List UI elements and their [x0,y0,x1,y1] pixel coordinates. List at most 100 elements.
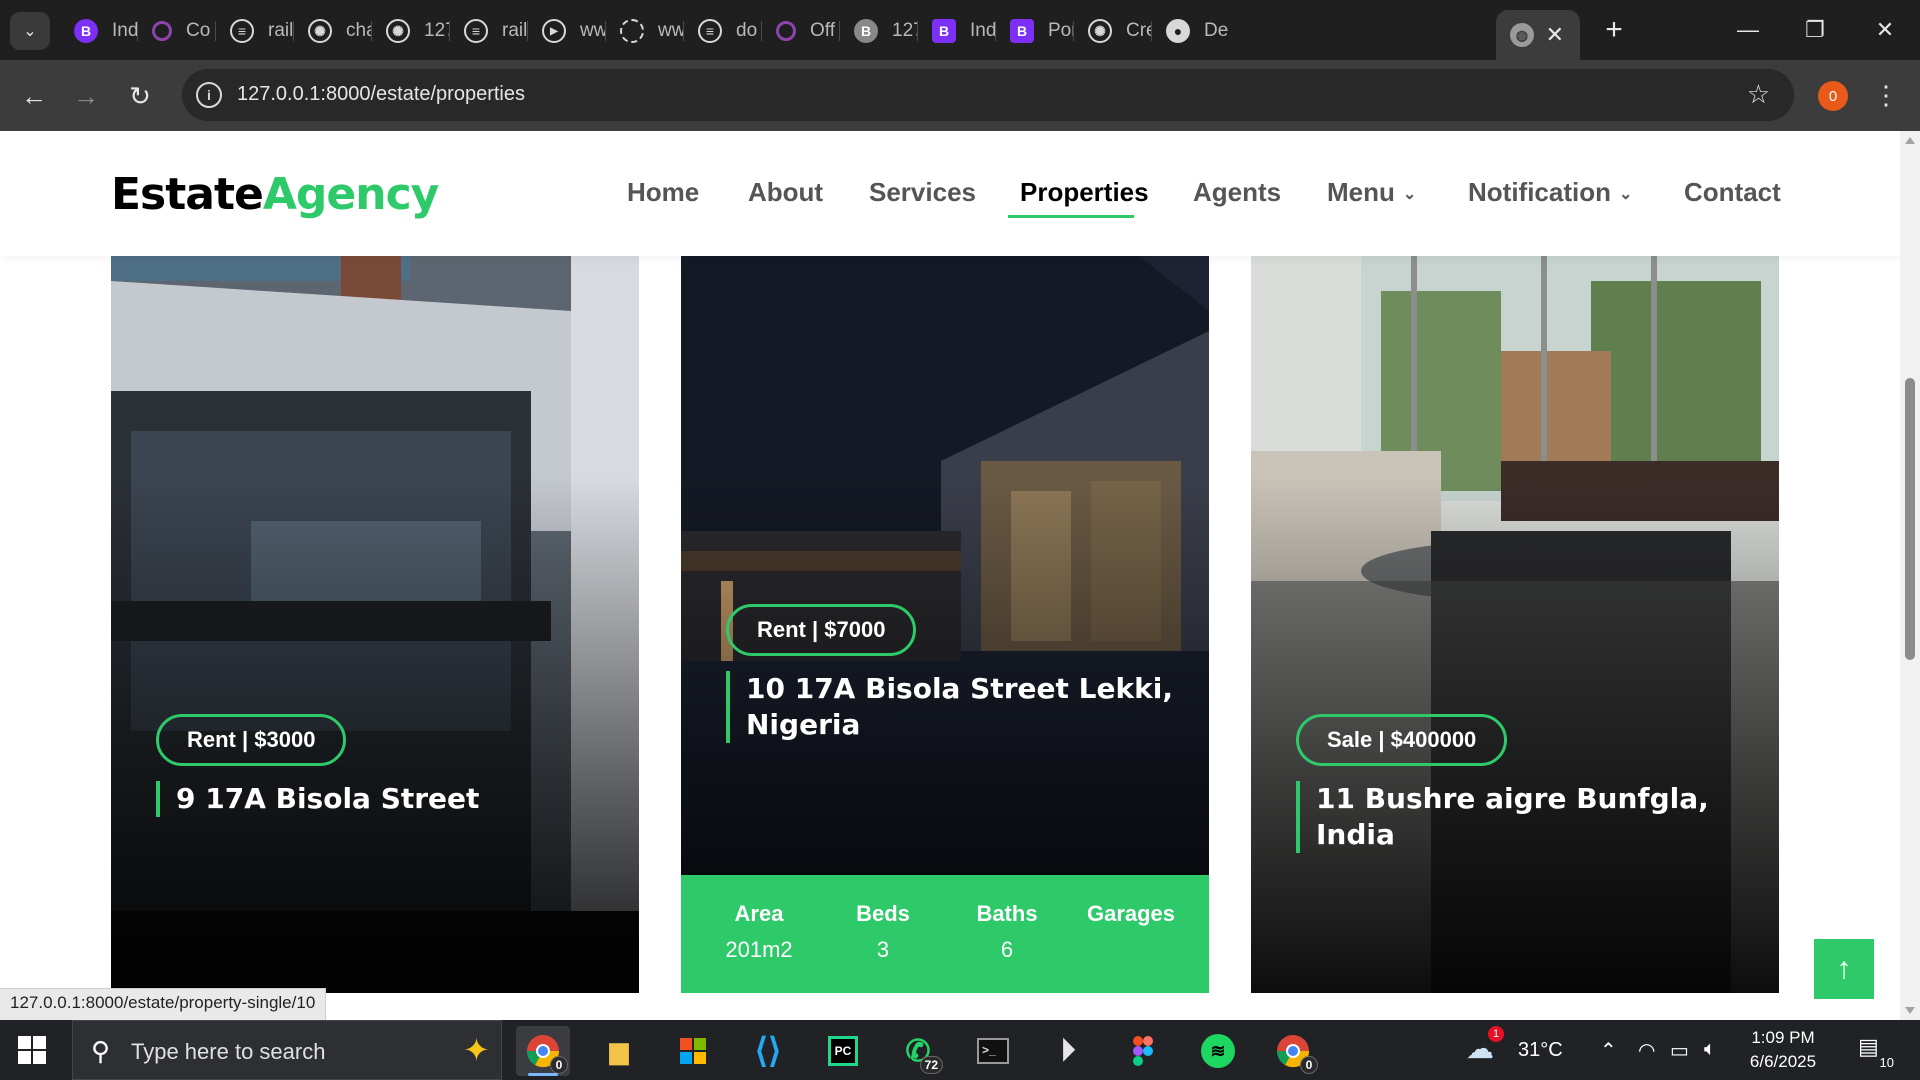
site-header: EstateAgency Home About Services Propert… [0,131,1900,256]
card-gradient-overlay [1251,131,1779,993]
address-bar[interactable]: i 127.0.0.1:8000/estate/properties ☆ [182,69,1794,121]
chevron-down-icon: ⌄ [1402,186,1417,204]
loading-icon [620,19,644,43]
site-logo[interactable]: EstateAgency [111,169,439,220]
nav-agents[interactable]: Agents [1193,177,1281,208]
forward-button[interactable]: → [64,74,108,118]
browser-tab[interactable]: B Ind [60,10,138,52]
search-icon: ⚲ [91,1036,111,1066]
site-info-icon[interactable]: i [196,82,222,108]
nav-home[interactable]: Home [627,177,699,208]
wifi-icon[interactable]: ◠ [1638,1038,1655,1063]
system-clock[interactable]: 1:09 PM 6/6/2025 [1740,1026,1826,1074]
tab-search-button[interactable]: ⌄ [10,12,50,50]
browser-tab[interactable]: ✺ 127 [372,10,450,52]
property-title[interactable]: 10 17A Bisola Street Lekki, Nigeria [726,671,1173,743]
browser-tab[interactable]: B Ind [918,10,996,52]
restore-button[interactable]: ❐ [1790,10,1840,50]
back-to-top-button[interactable]: ↑ [1814,939,1874,999]
profile-avatar[interactable]: 0 [1818,81,1848,111]
browser-tab[interactable]: ≡ do [684,10,762,52]
tab-title: De [1204,20,1229,41]
windows-start-button[interactable] [18,1036,48,1066]
circle-o-icon [152,21,172,41]
browser-menu-icon[interactable]: ⋮ [1873,78,1899,112]
page-scrollbar[interactable] [1900,131,1920,1020]
microsoft-store-taskbar-icon[interactable] [666,1026,720,1076]
property-title[interactable]: 11 Bushre aigre Bunfgla, India [1296,781,1779,853]
url-text[interactable]: 127.0.0.1:8000/estate/properties [237,83,525,106]
notification-badge: 0 [1300,1056,1318,1074]
price-badge[interactable]: Sale | $400000 [1296,714,1508,766]
property-card[interactable]: Rent | $7000 10 17A Bisola Street Lekki,… [681,131,1209,993]
chrome-profile-taskbar-icon[interactable]: 0 [1266,1026,1320,1076]
browser-tab[interactable]: Co [138,10,216,52]
browser-tab[interactable]: ● De [1152,10,1230,52]
chrome-taskbar-icon[interactable]: 0 [516,1026,570,1076]
taskbar-search-box[interactable]: ⚲ Type here to search ✦ [72,1020,502,1080]
browser-tab[interactable]: ✺ Cre [1074,10,1152,52]
nav-about[interactable]: About [748,177,823,208]
terminal-taskbar-icon[interactable]: >_ [966,1026,1020,1076]
nav-services[interactable]: Services [869,177,976,208]
browser-tab[interactable]: ≡ rail [450,10,528,52]
play-icon: ▶ [542,19,566,43]
railway-icon: ≡ [698,19,722,43]
browser-tab[interactable]: ≡ rail [216,10,294,52]
close-window-button[interactable]: ✕ [1860,10,1910,50]
browser-tab[interactable]: Off [762,10,840,52]
browser-tab[interactable]: ▶ ww [528,10,606,52]
bookmark-star-icon[interactable]: ☆ [1747,79,1770,110]
figma-taskbar-icon[interactable] [1116,1026,1170,1076]
tab-title: Por [1048,20,1074,41]
copilot-sparkle-icon[interactable]: ✦ [463,1031,490,1069]
stat-garages: Garages [1086,901,1176,926]
vscode-taskbar-icon[interactable]: ⟨⟩ [741,1026,795,1076]
close-icon[interactable]: ✕ [1546,22,1564,48]
chevron-up-icon[interactable]: ⌃ [1600,1038,1617,1063]
bootstrap-gray-icon: B [854,19,878,43]
spotify-taskbar-icon[interactable]: ≋ [1191,1026,1245,1076]
tab-title: Off [810,20,835,41]
openai-icon: ✺ [386,19,410,43]
browser-tab[interactable]: ✺ cha [294,10,372,52]
property-title[interactable]: 9 17A Bisola Street [156,781,479,817]
new-tab-button[interactable]: + [1596,12,1632,48]
chevron-down-icon: ⌄ [1619,186,1633,204]
volume-icon[interactable]: 🔈︎ [1704,1038,1716,1061]
github-icon: ● [1166,19,1190,43]
page-viewport: Rent | $3000 9 17A Bisola Street Rent | … [0,131,1900,1020]
tab-title: rail [268,20,294,41]
browser-tab[interactable]: B 127 [840,10,918,52]
circle-o-icon [776,21,796,41]
file-explorer-taskbar-icon[interactable]: ▆ [592,1026,646,1076]
scrollbar-thumb[interactable] [1905,378,1915,660]
nav-notification-dropdown[interactable]: Notification ⌄ [1468,177,1632,208]
minimize-button[interactable]: — [1723,10,1773,50]
price-badge[interactable]: Rent | $3000 [156,714,347,766]
browser-toolbar: ← → ↻ i 127.0.0.1:8000/estate/properties… [0,60,1920,131]
notification-badge: 72 [919,1056,943,1074]
browser-tab[interactable]: B Por [996,10,1074,52]
nav-properties[interactable]: Properties [1020,177,1149,208]
browser-tab-active[interactable]: ◍ ✕ [1496,10,1580,60]
nav-contact[interactable]: Contact [1684,177,1781,208]
nav-menu-dropdown[interactable]: Menu ⌄ [1327,177,1416,208]
scroll-down-arrow-icon[interactable] [1905,1007,1915,1014]
price-badge[interactable]: Rent | $7000 [726,604,917,656]
back-button[interactable]: ← [12,74,56,118]
tab-title: Cre [1126,20,1152,41]
property-title-line: 10 17A Bisola Street Lekki, [746,672,1173,705]
pycharm-taskbar-icon[interactable]: PC [816,1026,870,1076]
reload-button[interactable]: ↻ [118,74,162,118]
whatsapp-taskbar-icon[interactable]: ✆ 72 [891,1026,945,1076]
temperature-text[interactable]: 31°C [1518,1039,1563,1062]
battery-icon[interactable]: ▭ [1670,1038,1689,1063]
media-player-taskbar-icon[interactable]: ⏵ [1041,1026,1095,1076]
property-card[interactable]: Sale | $400000 11 Bushre aigre Bunfgla, … [1251,131,1779,993]
browser-tab[interactable]: ww [606,10,684,52]
scroll-up-arrow-icon[interactable] [1905,137,1915,144]
notification-center-icon[interactable]: ▤ 10 [1858,1034,1896,1070]
property-card[interactable]: Rent | $3000 9 17A Bisola Street [111,131,639,993]
property-title-line: Nigeria [746,708,861,741]
